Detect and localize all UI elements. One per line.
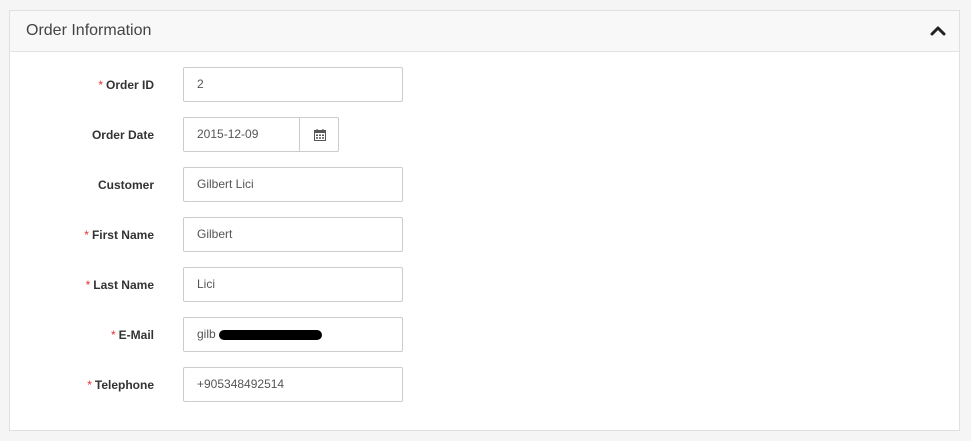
last-name-label: * Last Name: [85, 278, 154, 292]
email-label: * E-Mail: [110, 328, 154, 342]
panel-heading: Order Information: [10, 11, 959, 52]
calendar-icon: [314, 129, 326, 141]
last-name-field[interactable]: Lici: [183, 267, 403, 302]
first-name-label-wrap: * First Name: [10, 217, 154, 253]
required-mark: *: [85, 278, 91, 292]
order-id-field[interactable]: 2: [183, 67, 403, 102]
first-name-field[interactable]: Gilbert: [183, 217, 403, 252]
first-name-label: * First Name: [84, 228, 154, 242]
chevron-up-icon: [930, 26, 946, 36]
telephone-field[interactable]: +905348492514: [183, 367, 403, 402]
order-date-label: Order Date: [91, 128, 154, 142]
order-id-label-wrap: * Order ID: [10, 67, 154, 103]
order-id-label: * Order ID: [98, 78, 154, 92]
collapse-button[interactable]: [929, 22, 947, 40]
order-date-label-wrap: Order Date: [10, 117, 154, 153]
customer-label-wrap: Customer: [10, 167, 154, 203]
email-label-wrap: * E-Mail: [10, 317, 154, 353]
required-mark: *: [84, 228, 89, 242]
order-date-field[interactable]: 2015-12-09: [183, 117, 300, 152]
telephone-label-wrap: * Telephone: [10, 367, 154, 403]
panel-title: Order Information: [26, 22, 152, 39]
order-information-panel: Order Information * Order ID 2 Order Date…: [9, 10, 960, 431]
customer-label: Customer: [97, 178, 154, 192]
redaction-bar: [219, 330, 322, 340]
last-name-label-wrap: * Last Name: [10, 267, 154, 303]
required-mark: *: [98, 78, 103, 92]
customer-field[interactable]: Gilbert Lici: [183, 167, 403, 202]
telephone-label: * Telephone: [87, 378, 154, 392]
required-mark: *: [87, 378, 92, 392]
required-mark: *: [110, 328, 116, 342]
email-visible-text: gilb: [197, 327, 216, 341]
email-field[interactable]: gilb: [183, 317, 403, 352]
calendar-button[interactable]: [299, 117, 339, 152]
